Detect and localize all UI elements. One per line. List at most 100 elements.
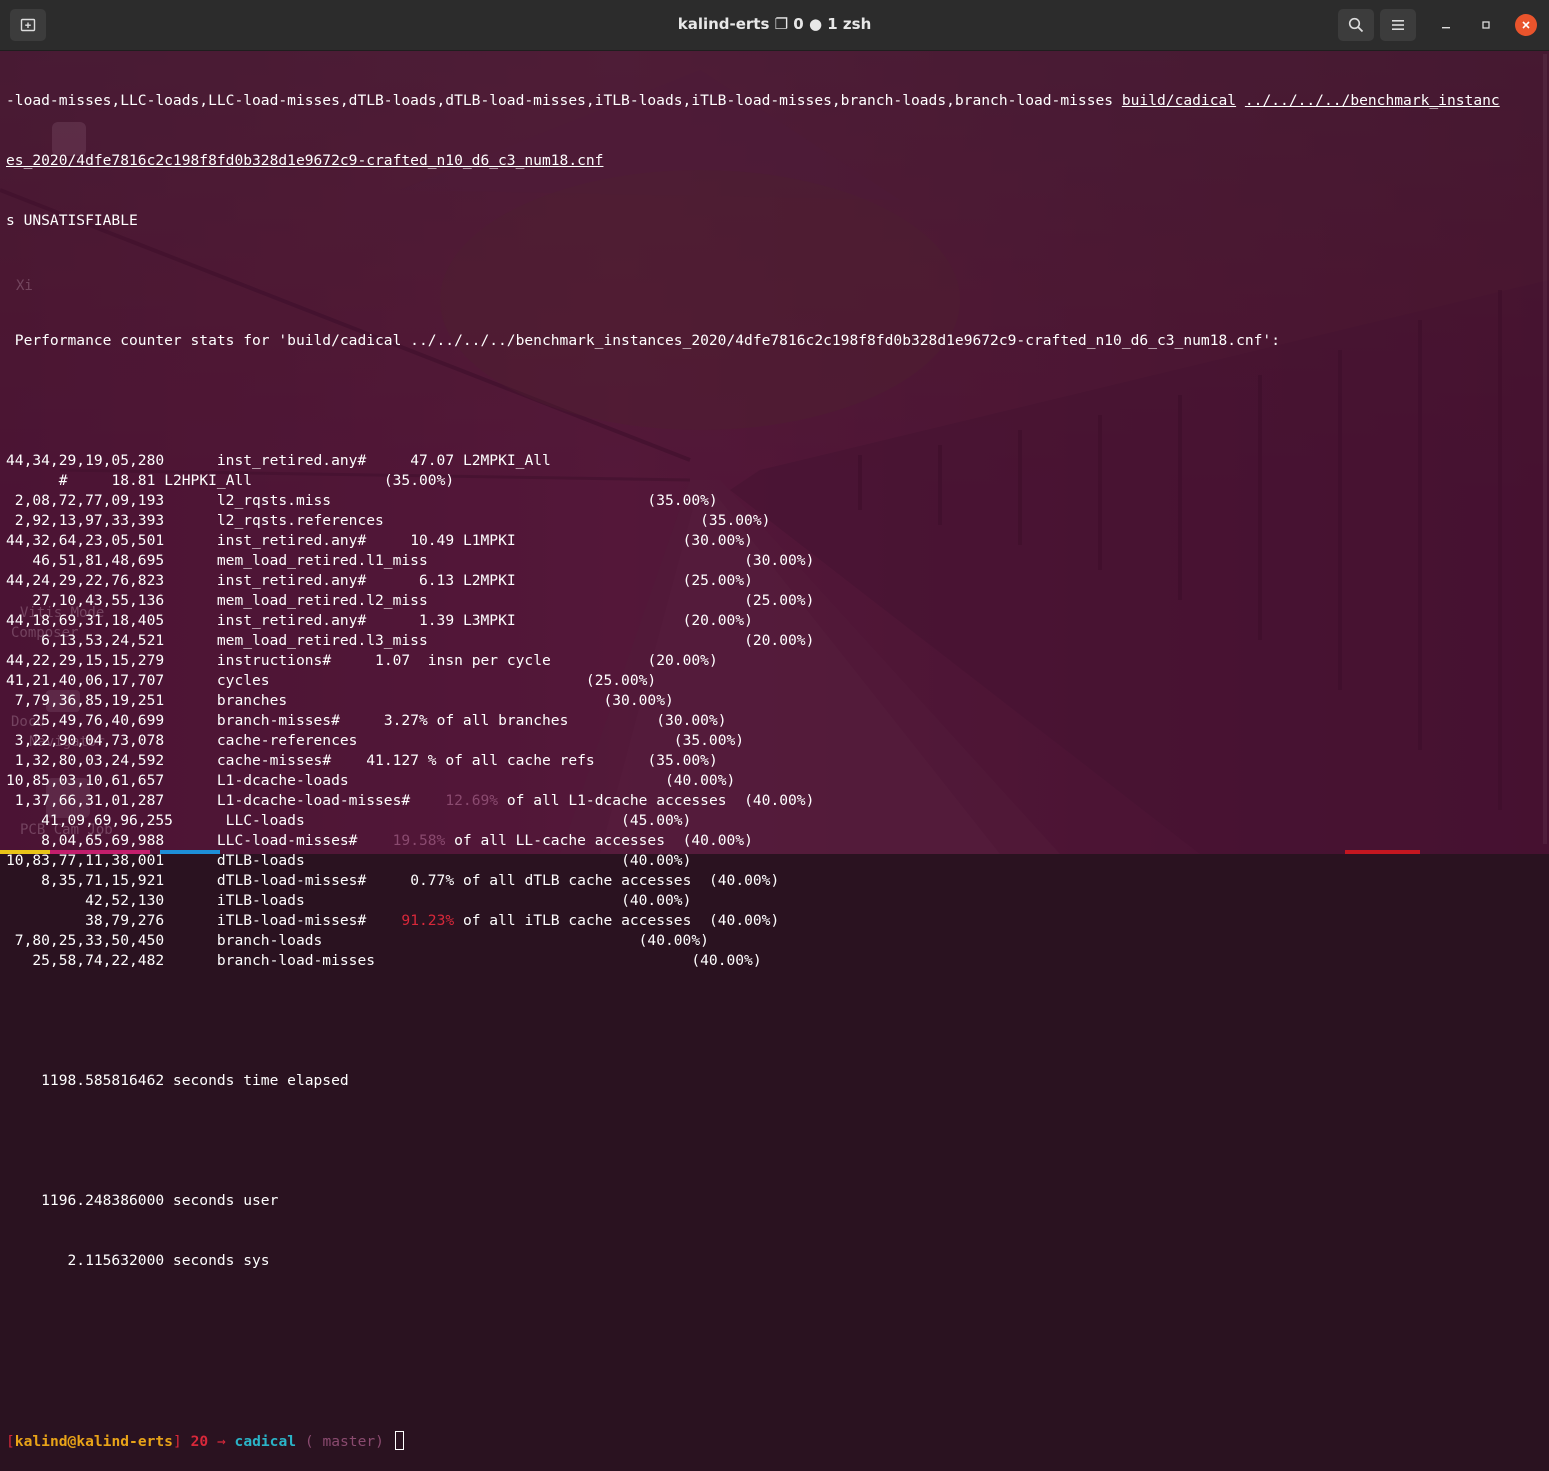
stat-event: dTLB-loads bbox=[216, 852, 305, 869]
stat-hash: # bbox=[357, 872, 367, 889]
perf-stat-row: 1,37,66,31,01,287 L1-dcache-load-misses#… bbox=[6, 791, 1541, 811]
stat-event: cache-misses bbox=[216, 752, 323, 769]
stat-percent: (25.00%) bbox=[585, 672, 657, 689]
stat-count: 42,52,130 bbox=[6, 892, 165, 909]
hamburger-menu-icon bbox=[1392, 20, 1404, 30]
shell-prompt[interactable]: [kalind@kalind-erts] 20 → cadical ( mast… bbox=[6, 1431, 1541, 1451]
text-cursor bbox=[394, 1431, 404, 1450]
prompt-git-branch: master bbox=[322, 1433, 376, 1450]
stat-count: 44,22,29,15,15,279 bbox=[6, 652, 165, 669]
perf-stat-row: 44,32,64,23,05,501 inst_retired.any# 10.… bbox=[6, 531, 1541, 551]
close-button[interactable] bbox=[1515, 14, 1537, 36]
search-icon bbox=[1348, 17, 1364, 33]
terminal-scrollbar[interactable] bbox=[1543, 54, 1547, 844]
stat-percent: (30.00%) bbox=[603, 692, 674, 709]
new-tab-button[interactable] bbox=[10, 9, 46, 41]
stat-count: 1,37,66,31,01,287 bbox=[6, 792, 165, 809]
stat-description: L3MPKI bbox=[462, 612, 516, 629]
stat-percent: (30.00%) bbox=[656, 712, 727, 729]
stat-event: inst_retired.any bbox=[216, 572, 358, 589]
status-strip-segment bbox=[1345, 850, 1420, 854]
command-line-continued: es_2020/4dfe7816c2c198f8fd0b328d1e9672c9… bbox=[6, 151, 1541, 171]
prompt-exit-number: 20 bbox=[190, 1433, 209, 1450]
prompt-bracket: ] bbox=[172, 1433, 182, 1450]
stat-value: 1.07 bbox=[375, 652, 419, 669]
benchmark-path-link[interactable]: ../../../../benchmark_instanc bbox=[1245, 92, 1500, 109]
search-button[interactable] bbox=[1338, 9, 1374, 41]
stat-count: 44,18,69,31,18,405 bbox=[6, 612, 165, 629]
stat-event: L1-dcache-loads bbox=[216, 772, 349, 789]
stat-event: dTLB-load-misses bbox=[216, 872, 358, 889]
perf-stat-row: 10,83,77,11,38,001 dTLB-loads (40.00%) bbox=[6, 851, 1541, 871]
stat-event: LLC-loads bbox=[225, 812, 305, 829]
perf-stat-row: 41,21,40,06,17,707 cycles (25.00%) bbox=[6, 671, 1541, 691]
stat-percent: (40.00%) bbox=[664, 772, 736, 789]
close-icon bbox=[1522, 21, 1530, 29]
stat-hash: # bbox=[357, 532, 367, 549]
stat-percent: (25.00%) bbox=[744, 592, 815, 609]
stat-percent: (35.00%) bbox=[383, 472, 455, 489]
stat-percent: (40.00%) bbox=[682, 832, 753, 849]
stat-event: branches bbox=[216, 692, 288, 709]
prompt-at: @ bbox=[67, 1433, 77, 1450]
stat-percent: (40.00%) bbox=[708, 872, 780, 889]
stat-value: 18.81 bbox=[111, 472, 156, 489]
terminal-titlebar: kalind-erts ❐ 0 ● 1 zsh bbox=[0, 0, 1549, 51]
stat-percent: (20.00%) bbox=[682, 612, 753, 629]
perf-stat-row: 3,22,90,04,73,078 cache-references (35.0… bbox=[6, 731, 1541, 751]
perf-stat-row: 8,35,71,15,921 dTLB-load-misses# 0.77% o… bbox=[6, 871, 1541, 891]
terminal-output[interactable]: -load-misses,LLC-loads,LLC-load-misses,d… bbox=[6, 50, 1541, 1450]
stat-percent: (20.00%) bbox=[647, 652, 718, 669]
stat-percent: (35.00%) bbox=[700, 512, 771, 529]
menu-button[interactable] bbox=[1380, 9, 1416, 41]
command-path-link[interactable]: build/cadical bbox=[1122, 92, 1236, 109]
perf-stat-row: # 18.81 L2HPKI_All (35.00%) bbox=[6, 471, 1541, 491]
stat-percent: (35.00%) bbox=[647, 492, 718, 509]
stat-description: % of all cache refs bbox=[427, 752, 595, 769]
stat-count: 44,32,64,23,05,501 bbox=[6, 532, 165, 549]
minimize-button[interactable] bbox=[1435, 14, 1457, 36]
stat-value: 41.127 bbox=[366, 752, 419, 769]
maximize-icon bbox=[1482, 21, 1490, 29]
perf-stat-row: 7,79,36,85,19,251 branches (30.00%) bbox=[6, 691, 1541, 711]
stat-event: instructions bbox=[216, 652, 323, 669]
stat-event: LLC-load-misses bbox=[216, 832, 349, 849]
perf-stats-header: Performance counter stats for 'build/cad… bbox=[6, 332, 1280, 349]
stat-hash: # bbox=[331, 712, 340, 729]
stat-hash: # bbox=[322, 652, 332, 669]
stat-hash: # bbox=[348, 832, 358, 849]
stat-event: L1-dcache-load-misses bbox=[216, 792, 402, 809]
perf-stat-row: 8,04,65,69,988 LLC-load-misses# 19.58% o… bbox=[6, 831, 1541, 851]
stat-hash: # bbox=[401, 792, 411, 809]
stat-count: 3,22,90,04,73,078 bbox=[6, 732, 165, 749]
stat-count: 25,58,74,22,482 bbox=[6, 952, 165, 969]
benchmark-path-link-continued[interactable]: es_2020/4dfe7816c2c198f8fd0b328d1e9672c9… bbox=[6, 152, 603, 169]
maximize-button[interactable] bbox=[1475, 14, 1497, 36]
stat-percent: (45.00%) bbox=[621, 812, 692, 829]
stat-hash: # bbox=[357, 572, 367, 589]
perf-stat-row: 10,85,03,10,61,657 L1-dcache-loads (40.0… bbox=[6, 771, 1541, 791]
perf-stat-row: 44,34,29,19,05,280 inst_retired.any# 47.… bbox=[6, 451, 1541, 471]
solver-result: s UNSATISFIABLE bbox=[6, 212, 138, 229]
prompt-user: kalind bbox=[14, 1433, 68, 1450]
command-line: -load-misses,LLC-loads,LLC-load-misses,d… bbox=[6, 91, 1541, 111]
stat-hash: # bbox=[322, 752, 332, 769]
status-strip-segment bbox=[50, 850, 150, 854]
stat-event: l2_rqsts.references bbox=[216, 512, 384, 529]
stat-percent: (40.00%) bbox=[744, 792, 815, 809]
stat-percent: (40.00%) bbox=[708, 912, 780, 929]
stat-hash: # bbox=[357, 912, 367, 929]
stat-count: 38,79,276 bbox=[6, 912, 165, 929]
stat-event: mem_load_retired.l1_miss bbox=[216, 552, 428, 569]
stat-count: 1,32,80,03,24,592 bbox=[6, 752, 165, 769]
stat-value: 0.77% bbox=[410, 872, 455, 889]
perf-stat-row: 44,18,69,31,18,405 inst_retired.any# 1.3… bbox=[6, 611, 1541, 631]
stat-description: L2MPKI bbox=[462, 572, 516, 589]
stat-percent: (40.00%) bbox=[691, 952, 762, 969]
perf-stat-row: 2,92,13,97,33,393 l2_rqsts.references (3… bbox=[6, 511, 1541, 531]
stat-description: of all branches bbox=[436, 712, 569, 729]
